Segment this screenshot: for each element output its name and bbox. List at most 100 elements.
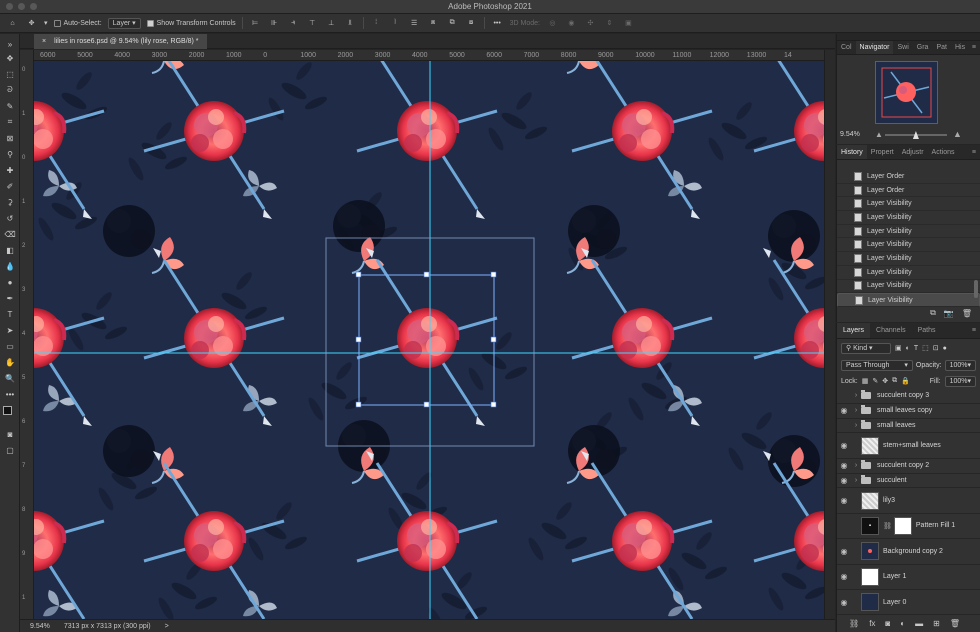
align-center-icon[interactable]: ⊪ xyxy=(268,17,281,30)
marquee-tool-icon[interactable]: ⬚ xyxy=(3,68,17,80)
eye-icon[interactable]: ◉ xyxy=(837,406,851,415)
zoom-slider-thumb[interactable] xyxy=(912,131,919,139)
lock-pixels-icon[interactable]: ✎ xyxy=(872,377,878,385)
home-icon[interactable]: ⌂ xyxy=(6,17,19,30)
distribute-icon[interactable]: ⦙ xyxy=(370,17,383,30)
fill-input[interactable]: 100% ▾ xyxy=(944,375,976,387)
3d-orbit-icon[interactable]: ◎ xyxy=(546,17,559,30)
layers-menu-icon[interactable]: ≡ xyxy=(972,323,980,338)
move-tool-icon[interactable]: ✥ xyxy=(3,52,17,64)
layers-tab-0[interactable]: Layers xyxy=(837,323,871,338)
layer-row[interactable]: ◉ stem+small leaves xyxy=(837,433,980,459)
3d-scale-icon[interactable]: ▣ xyxy=(622,17,635,30)
new-document-from-state-icon[interactable]: ⧉ xyxy=(930,308,936,318)
filter-adjustment-icon[interactable]: ◐ xyxy=(906,345,910,352)
chevron-right-icon[interactable]: › xyxy=(851,477,861,484)
history-tab-0[interactable]: History xyxy=(837,145,867,159)
navigator-tab-4[interactable]: Pat xyxy=(932,41,951,54)
navigator-thumbnail[interactable] xyxy=(875,61,938,124)
distribute-center-icon[interactable]: ⧉ xyxy=(446,17,459,30)
zoom-out-icon[interactable]: ▲ xyxy=(875,130,883,139)
lock-artboard-icon[interactable]: ⧉ xyxy=(892,377,897,385)
3d-roll-icon[interactable]: ◉ xyxy=(565,17,578,30)
3d-pan-icon[interactable]: ✣ xyxy=(584,17,597,30)
eyedropper-tool-icon[interactable]: ⚲ xyxy=(3,148,17,160)
tool-preset-dropdown[interactable]: ▾ xyxy=(44,17,48,30)
layer-row[interactable]: ◉ Layer 0 xyxy=(837,590,980,616)
layer-row[interactable]: ▪ ⛓ Pattern Fill 1 xyxy=(837,514,980,540)
gradient-tool-icon[interactable]: ◧ xyxy=(3,244,17,256)
move-tool-icon[interactable]: ✥ xyxy=(25,17,38,30)
layer-row[interactable]: ◉ › succulent copy 2 xyxy=(837,459,980,474)
distribute-h-icon[interactable]: ⦚ xyxy=(389,17,402,30)
filter-type-icon[interactable]: T xyxy=(914,345,918,352)
history-item[interactable]: Layer Visibility xyxy=(837,211,980,225)
layer-row[interactable]: ◉ › succulent xyxy=(837,474,980,489)
align-left-icon[interactable]: ⊨ xyxy=(249,17,262,30)
align-top-icon[interactable]: ⊤ xyxy=(306,17,319,30)
more-options-icon[interactable]: ••• xyxy=(491,17,504,30)
close-tab-icon[interactable]: × xyxy=(42,38,46,45)
history-item[interactable]: Layer Visibility xyxy=(837,266,980,280)
snapshot-icon[interactable]: 📷 xyxy=(944,309,954,318)
delete-layer-icon[interactable]: 🗑 xyxy=(950,619,960,628)
document-canvas[interactable] xyxy=(34,61,824,619)
navigator-tab-0[interactable]: Col xyxy=(837,41,856,54)
history-menu-icon[interactable]: ≡ xyxy=(972,145,980,159)
distribute-v-icon[interactable]: ☰ xyxy=(408,17,421,30)
eye-icon[interactable]: ◉ xyxy=(837,572,851,581)
align-bottom-icon[interactable]: ⫫ xyxy=(344,17,357,30)
layer-row[interactable]: ◉ Layer 1 xyxy=(837,565,980,590)
align-middle-icon[interactable]: ⊥ xyxy=(325,17,338,30)
filter-pixel-icon[interactable]: ▣ xyxy=(895,344,902,352)
foreground-color-swatch[interactable] xyxy=(3,406,12,415)
history-scrollbar[interactable] xyxy=(974,280,978,298)
status-menu-arrow[interactable]: > xyxy=(165,623,169,630)
zoom-tool-icon[interactable]: 🔍 xyxy=(3,372,17,384)
align-right-icon[interactable]: ⫣ xyxy=(287,17,300,30)
eye-icon[interactable]: ◉ xyxy=(837,461,851,470)
hand-tool-icon[interactable]: ✋ xyxy=(3,356,17,368)
frame-tool-icon[interactable]: ⊠ xyxy=(3,132,17,144)
history-item[interactable]: Layer Visibility xyxy=(837,280,980,294)
navigator-tab-1[interactable]: Navigator xyxy=(855,41,894,54)
layer-row[interactable]: ◉ Background copy 2 xyxy=(837,539,980,565)
layers-tab-1[interactable]: Channels xyxy=(870,323,912,338)
auto-select-target-select[interactable]: Layer ▾ xyxy=(107,17,141,29)
lasso-tool-icon[interactable]: ᘐ xyxy=(3,84,17,96)
brush-tool-icon[interactable]: ✐ xyxy=(3,180,17,192)
history-tab-2[interactable]: Adjustr xyxy=(898,145,928,159)
lock-transparent-icon[interactable]: ▦ xyxy=(862,377,869,385)
history-brush-icon[interactable]: ↺ xyxy=(3,212,17,224)
filter-toggle-icon[interactable]: ● xyxy=(943,345,947,352)
filter-shape-icon[interactable]: ⬚ xyxy=(922,344,929,352)
eye-icon[interactable]: ◉ xyxy=(837,496,851,505)
eye-icon[interactable]: ◉ xyxy=(837,441,851,450)
eraser-tool-icon[interactable]: ⌫ xyxy=(3,228,17,240)
layer-style-icon[interactable]: fx xyxy=(869,619,875,628)
toolbar-collapse-icon[interactable]: » xyxy=(3,38,17,50)
lock-position-icon[interactable]: ✥ xyxy=(882,377,888,385)
vertical-scrollbar[interactable] xyxy=(824,50,835,619)
adjustment-layer-icon[interactable]: ◐ xyxy=(900,619,905,628)
history-item[interactable]: Layer Order xyxy=(837,184,980,198)
eye-icon[interactable]: ◉ xyxy=(837,547,851,556)
ruler-origin[interactable] xyxy=(20,50,34,61)
history-item[interactable]: Layer Order xyxy=(837,170,980,184)
screen-mode-icon[interactable]: ▢ xyxy=(3,444,17,456)
zoom-slider[interactable] xyxy=(885,131,947,139)
navigator-tab-5[interactable]: His xyxy=(951,41,969,54)
blend-mode-select[interactable]: Pass Through ▾ xyxy=(841,359,913,371)
horizontal-ruler[interactable]: 6000 5000 4000 3000 2000 1000 0 1000 2000 3000 400… xyxy=(34,50,824,61)
navigator-tab-2[interactable]: Swi xyxy=(893,41,912,54)
path-select-icon[interactable]: ➤ xyxy=(3,324,17,336)
history-tab-3[interactable]: Actions xyxy=(928,145,959,159)
layer-filter-kind-select[interactable]: ⚲ Kind ▾ xyxy=(841,342,891,354)
chevron-right-icon[interactable]: › xyxy=(851,422,861,429)
layer-row[interactable]: ◉ › small leaves copy xyxy=(837,404,980,419)
clone-stamp-icon[interactable]: ⚳ xyxy=(3,196,17,208)
opacity-input[interactable]: 100% ▾ xyxy=(944,359,976,371)
add-mask-icon[interactable]: ◙ xyxy=(885,619,890,628)
vertical-ruler[interactable]: 0 1 0 1 2 3 4 5 6 7 8 9 1 xyxy=(20,61,34,619)
distribute-left-icon[interactable]: ⧈ xyxy=(427,17,440,30)
